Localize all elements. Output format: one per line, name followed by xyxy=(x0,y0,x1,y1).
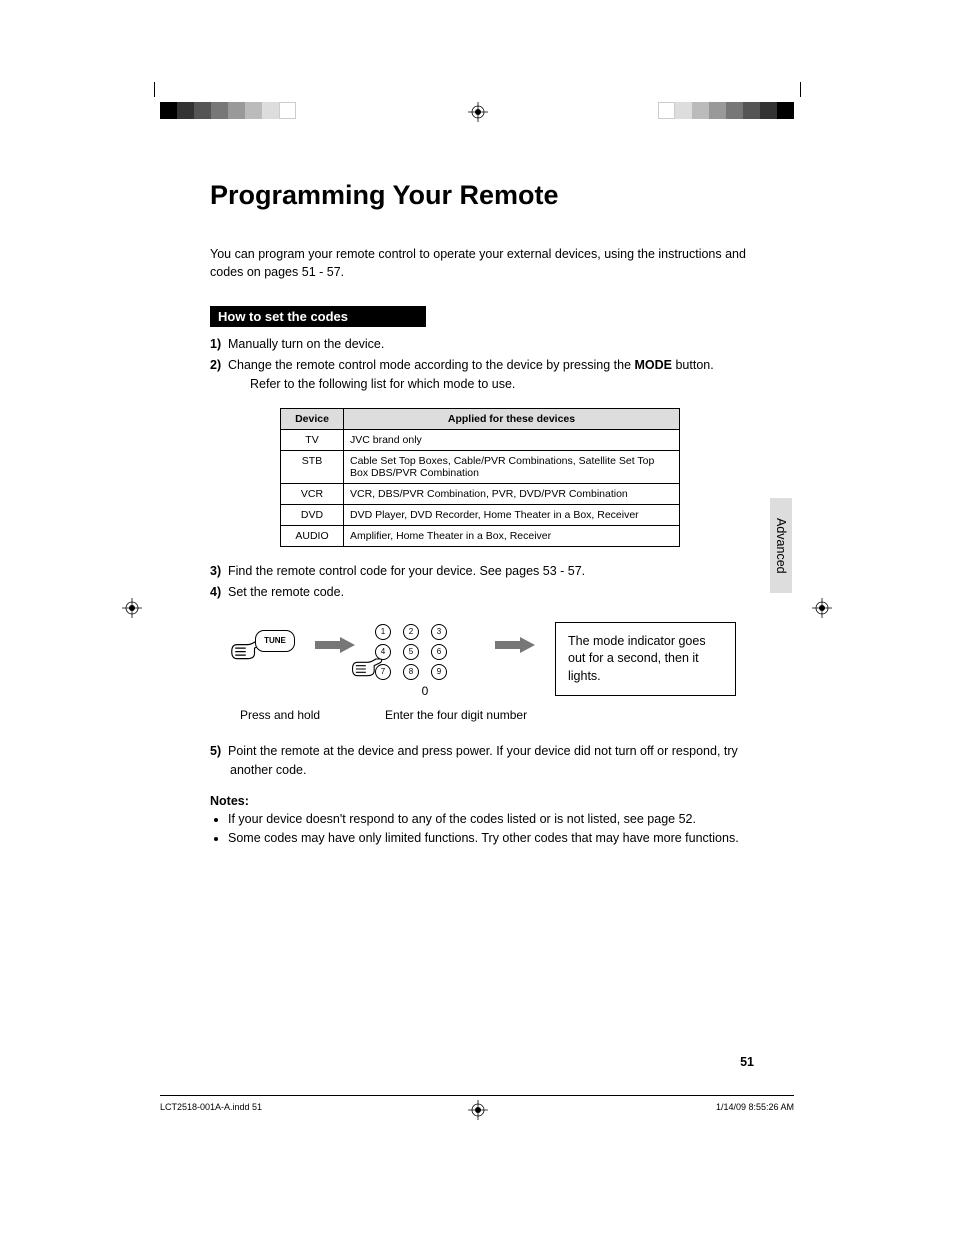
keypad-key: 6 xyxy=(431,644,447,660)
registration-mark-icon xyxy=(122,598,142,618)
section-heading: How to set the codes xyxy=(210,306,426,327)
note-item: If your device doesn't respond to any of… xyxy=(228,810,770,829)
step-5: 5)Point the remote at the device and pre… xyxy=(210,742,770,780)
keypad-key: 5 xyxy=(403,644,419,660)
table-row: VCRVCR, DBS/PVR Combination, PVR, DVD/PV… xyxy=(281,484,680,505)
registration-mark-icon xyxy=(468,102,488,122)
footer-rule xyxy=(160,1095,794,1096)
page-number: 51 xyxy=(740,1055,754,1069)
page-title: Programming Your Remote xyxy=(210,180,770,211)
pointing-hand-icon xyxy=(350,654,385,679)
table-header-device: Device xyxy=(281,409,344,430)
footer-file-info: LCT2518-001A-A.indd 51 xyxy=(160,1102,262,1112)
result-description-box: The mode indicator goes out for a second… xyxy=(555,622,736,697)
arrow-right-icon xyxy=(315,637,355,653)
step-2: 2)Change the remote control mode accordi… xyxy=(210,356,770,394)
notes-heading: Notes: xyxy=(210,794,770,808)
step-1: 1)Manually turn on the device. xyxy=(210,335,770,354)
note-item: Some codes may have only limited functio… xyxy=(228,829,770,848)
step-3: 3)Find the remote control code for your … xyxy=(210,562,770,581)
table-row: DVDDVD Player, DVD Recorder, Home Theate… xyxy=(281,505,680,526)
intro-text: You can program your remote control to o… xyxy=(210,246,770,281)
keypad-key: 3 xyxy=(431,624,447,640)
device-mode-table: Device Applied for these devices TVJVC b… xyxy=(280,408,680,547)
press-hold-diagram: TUNE xyxy=(230,622,295,672)
table-row: TVJVC brand only xyxy=(281,430,680,451)
procedure-diagram: TUNE 1 2 3 4 5 6 7 8 9 0 The mode indica… xyxy=(230,622,770,698)
keypad-key: 8 xyxy=(403,664,419,680)
footer-timestamp: 1/14/09 8:55:26 AM xyxy=(716,1102,794,1112)
tune-button-icon: TUNE xyxy=(255,630,295,652)
keypad-key: 9 xyxy=(431,664,447,680)
table-header-applied: Applied for these devices xyxy=(344,409,680,430)
notes-list: If your device doesn't respond to any of… xyxy=(210,810,770,848)
caption-enter-digits: Enter the four digit number xyxy=(385,708,527,722)
table-row: AUDIOAmplifier, Home Theater in a Box, R… xyxy=(281,526,680,547)
steps-list-1: 1)Manually turn on the device. 2)Change … xyxy=(210,335,770,393)
keypad-key: 2 xyxy=(403,624,419,640)
section-tab: Advanced xyxy=(770,498,792,593)
step-4: 4)Set the remote code. xyxy=(210,583,770,602)
keypad-key: 1 xyxy=(375,624,391,640)
page-content: Programming Your Remote You can program … xyxy=(210,180,770,848)
steps-list-2: 3)Find the remote control code for your … xyxy=(210,562,770,602)
caption-press-hold: Press and hold xyxy=(240,708,385,722)
arrow-right-icon xyxy=(495,637,535,653)
table-row: STBCable Set Top Boxes, Cable/PVR Combin… xyxy=(281,451,680,484)
keypad-key: 0 xyxy=(375,684,475,698)
steps-list-3: 5)Point the remote at the device and pre… xyxy=(210,742,770,780)
keypad-diagram: 1 2 3 4 5 6 7 8 9 0 xyxy=(375,622,475,698)
registration-mark-icon xyxy=(812,598,832,618)
diagram-captions: Press and hold Enter the four digit numb… xyxy=(240,708,770,722)
registration-mark-icon xyxy=(468,1100,488,1120)
